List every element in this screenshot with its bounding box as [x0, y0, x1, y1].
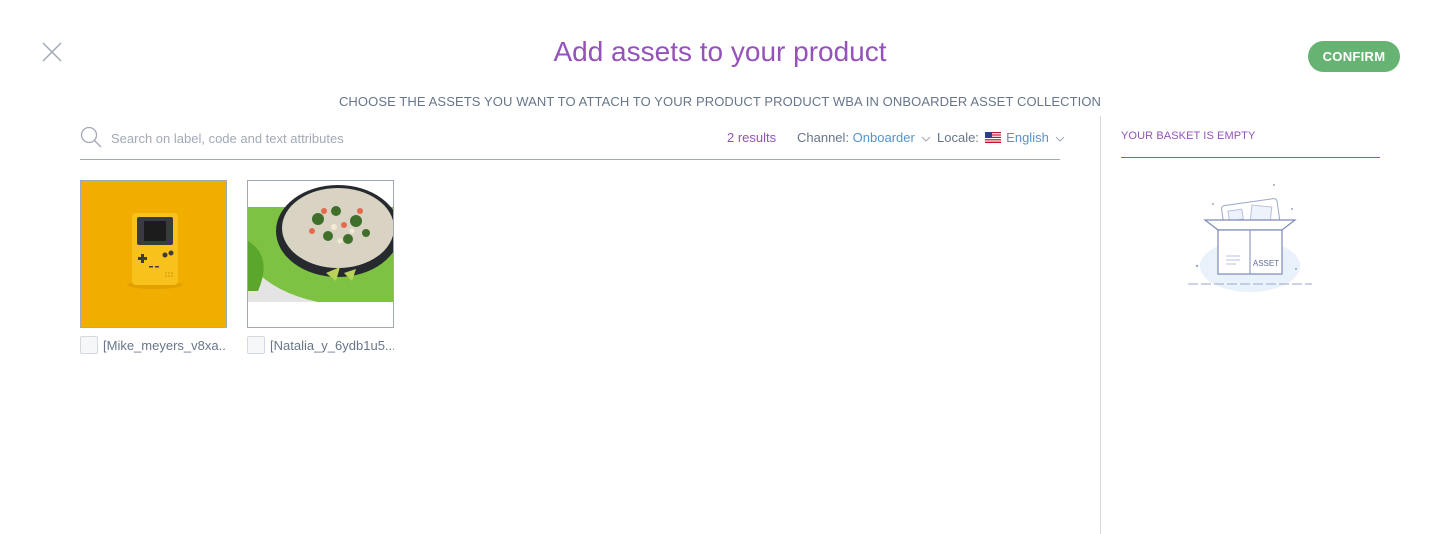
search-input[interactable]	[111, 128, 671, 148]
asset-thumbnail[interactable]	[247, 180, 394, 328]
asset-thumbnail[interactable]	[80, 180, 227, 328]
asset-label: [Natalia_y_6ydb1u5...	[270, 337, 394, 353]
panel-divider	[1100, 116, 1101, 534]
empty-basket-illustration: ASSET	[1188, 184, 1312, 292]
locale-label: Locale:	[937, 130, 979, 145]
page-title: Add assets to your product	[553, 36, 887, 67]
salad-image	[248, 181, 393, 327]
channel-value: Onboarder	[852, 130, 915, 145]
basket-title: YOUR BASKET IS EMPTY	[1121, 130, 1256, 142]
result-count: 2 results	[727, 130, 777, 145]
asset-card[interactable]: [Mike_meyers_v8xa...	[80, 180, 227, 354]
asset-checkbox[interactable]	[247, 336, 265, 354]
basket-underline	[1121, 157, 1380, 158]
locale-switcher[interactable]: Locale: English	[937, 130, 1065, 145]
search-bar: 2 results Channel: Onboarder Locale: Eng…	[80, 124, 1065, 160]
confirm-button[interactable]: CONFIRM	[1308, 41, 1400, 72]
chevron-down-icon	[1056, 136, 1065, 142]
us-flag-icon	[984, 132, 1001, 143]
asset-label: [Mike_meyers_v8xa...	[103, 337, 227, 353]
asset-checkbox[interactable]	[80, 336, 98, 354]
channel-switcher[interactable]: Channel: Onboarder	[797, 130, 931, 145]
asset-card[interactable]: [Natalia_y_6ydb1u5...	[247, 180, 394, 354]
gameboy-image	[81, 181, 226, 327]
page-subtitle: CHOOSE THE ASSETS YOU WANT TO ATTACH TO …	[338, 94, 1102, 109]
search-icon	[80, 126, 102, 148]
chevron-down-icon	[922, 136, 931, 142]
basket-illustration-label: ASSET	[1253, 259, 1279, 268]
channel-label: Channel:	[797, 130, 850, 145]
locale-value: English	[1006, 130, 1049, 145]
